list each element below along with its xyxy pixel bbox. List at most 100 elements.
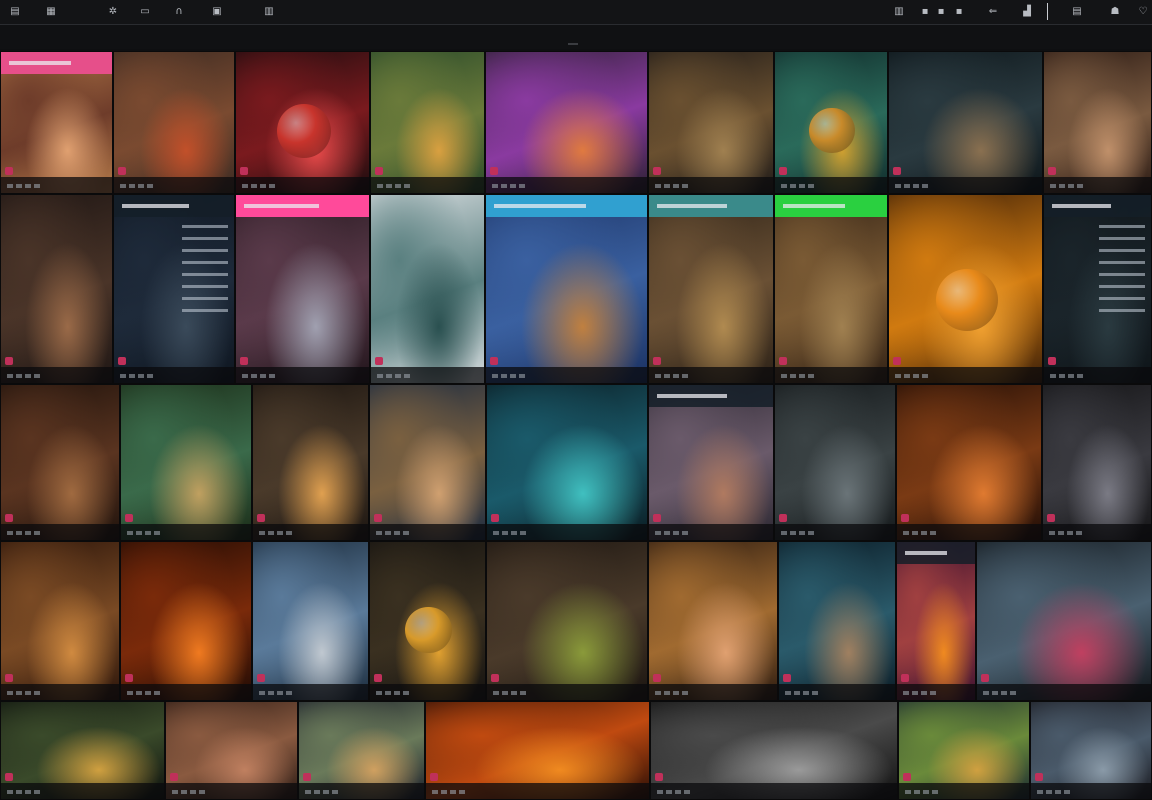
image-tile[interactable] xyxy=(1030,701,1152,800)
image-tile[interactable] xyxy=(774,194,888,384)
image-tile[interactable] xyxy=(369,384,486,541)
badge-icon[interactable] xyxy=(779,357,787,365)
image-tile[interactable] xyxy=(896,384,1042,541)
badge-icon[interactable] xyxy=(653,357,661,365)
badge-icon[interactable] xyxy=(118,357,126,365)
badge-icon[interactable] xyxy=(981,674,989,682)
headphones-icon[interactable]: ∩ xyxy=(172,5,186,17)
badge-icon[interactable] xyxy=(1048,167,1056,175)
layout-icon[interactable]: ▟ xyxy=(1020,5,1034,17)
drag-handle[interactable] xyxy=(568,43,578,45)
image-tile[interactable] xyxy=(976,541,1152,701)
badge-icon[interactable] xyxy=(5,674,13,682)
image-tile[interactable] xyxy=(648,384,774,541)
badge-icon[interactable] xyxy=(893,357,901,365)
badge-icon[interactable] xyxy=(653,674,661,682)
badge-icon[interactable] xyxy=(5,167,13,175)
image-tile[interactable] xyxy=(425,701,650,800)
user-icon[interactable]: ☗ xyxy=(1108,5,1122,17)
badge-icon[interactable] xyxy=(653,514,661,522)
tag-icon[interactable]: ▪ xyxy=(934,5,948,17)
window-icon[interactable]: ▣ xyxy=(210,5,224,17)
image-tile[interactable] xyxy=(370,194,485,384)
image-tile[interactable] xyxy=(298,701,425,800)
badge-icon[interactable] xyxy=(257,674,265,682)
image-tile[interactable] xyxy=(1043,51,1152,194)
image-tile[interactable] xyxy=(369,541,486,701)
settings-icon[interactable]: ✲ xyxy=(106,5,120,17)
image-tile[interactable] xyxy=(1042,384,1152,541)
image-tile[interactable] xyxy=(774,384,896,541)
badge-icon[interactable] xyxy=(490,357,498,365)
tools-icon[interactable]: ▦ xyxy=(44,5,58,17)
image-tile[interactable] xyxy=(896,541,976,701)
image-tile[interactable] xyxy=(648,51,774,194)
badge-icon[interactable] xyxy=(901,674,909,682)
app-icon[interactable]: ▤ xyxy=(8,5,22,17)
badge-icon[interactable] xyxy=(903,773,911,781)
image-tile[interactable] xyxy=(888,194,1043,384)
badge-icon[interactable] xyxy=(430,773,438,781)
image-tile[interactable] xyxy=(0,194,113,384)
heart-icon[interactable]: ♡ xyxy=(1136,5,1150,17)
badge-icon[interactable] xyxy=(779,514,787,522)
tag-icon[interactable]: ▪ xyxy=(952,5,966,17)
image-tile[interactable] xyxy=(0,384,120,541)
badge-icon[interactable] xyxy=(374,514,382,522)
image-tile[interactable] xyxy=(113,194,235,384)
badge-icon[interactable] xyxy=(125,674,133,682)
image-tile[interactable] xyxy=(113,51,235,194)
image-tile[interactable] xyxy=(650,701,898,800)
image-tile[interactable] xyxy=(165,701,298,800)
folder-icon[interactable]: ▥ xyxy=(892,5,906,17)
image-tile[interactable] xyxy=(486,541,648,701)
badge-icon[interactable] xyxy=(170,773,178,781)
badge-icon[interactable] xyxy=(491,514,499,522)
image-tile[interactable] xyxy=(120,384,252,541)
image-tile[interactable] xyxy=(485,51,648,194)
image-tile[interactable] xyxy=(235,51,370,194)
badge-icon[interactable] xyxy=(783,674,791,682)
badge-icon[interactable] xyxy=(375,357,383,365)
badge-icon[interactable] xyxy=(655,773,663,781)
back-icon[interactable]: ⇐ xyxy=(986,5,1000,17)
image-tile[interactable] xyxy=(1043,194,1152,384)
image-tile[interactable] xyxy=(888,51,1043,194)
badge-icon[interactable] xyxy=(893,167,901,175)
image-tile[interactable] xyxy=(485,194,648,384)
image-tile[interactable] xyxy=(252,384,369,541)
image-tile[interactable] xyxy=(0,541,120,701)
badge-icon[interactable] xyxy=(375,167,383,175)
image-tile[interactable] xyxy=(778,541,896,701)
image-tile[interactable] xyxy=(0,51,113,194)
badge-icon[interactable] xyxy=(491,674,499,682)
badge-icon[interactable] xyxy=(490,167,498,175)
tag-icon[interactable]: ▪ xyxy=(918,5,932,17)
badge-icon[interactable] xyxy=(118,167,126,175)
image-tile[interactable] xyxy=(898,701,1030,800)
badge-icon[interactable] xyxy=(5,357,13,365)
badge-icon[interactable] xyxy=(303,773,311,781)
menu-icon[interactable]: ▥ xyxy=(262,5,276,17)
image-tile[interactable] xyxy=(235,194,370,384)
badge-icon[interactable] xyxy=(1035,773,1043,781)
badge-icon[interactable] xyxy=(5,773,13,781)
chat-icon[interactable]: ▭ xyxy=(138,5,152,17)
badge-icon[interactable] xyxy=(240,357,248,365)
image-tile[interactable] xyxy=(486,384,648,541)
badge-icon[interactable] xyxy=(125,514,133,522)
image-tile[interactable] xyxy=(370,51,485,194)
badge-icon[interactable] xyxy=(1047,514,1055,522)
badge-icon[interactable] xyxy=(257,514,265,522)
image-tile[interactable] xyxy=(648,541,778,701)
badge-icon[interactable] xyxy=(5,514,13,522)
badge-icon[interactable] xyxy=(240,167,248,175)
image-tile[interactable] xyxy=(774,51,888,194)
image-tile[interactable] xyxy=(648,194,774,384)
image-tile[interactable] xyxy=(252,541,369,701)
badge-icon[interactable] xyxy=(779,167,787,175)
badge-icon[interactable] xyxy=(1048,357,1056,365)
badge-icon[interactable] xyxy=(374,674,382,682)
image-tile[interactable] xyxy=(0,701,165,800)
image-tile[interactable] xyxy=(120,541,252,701)
